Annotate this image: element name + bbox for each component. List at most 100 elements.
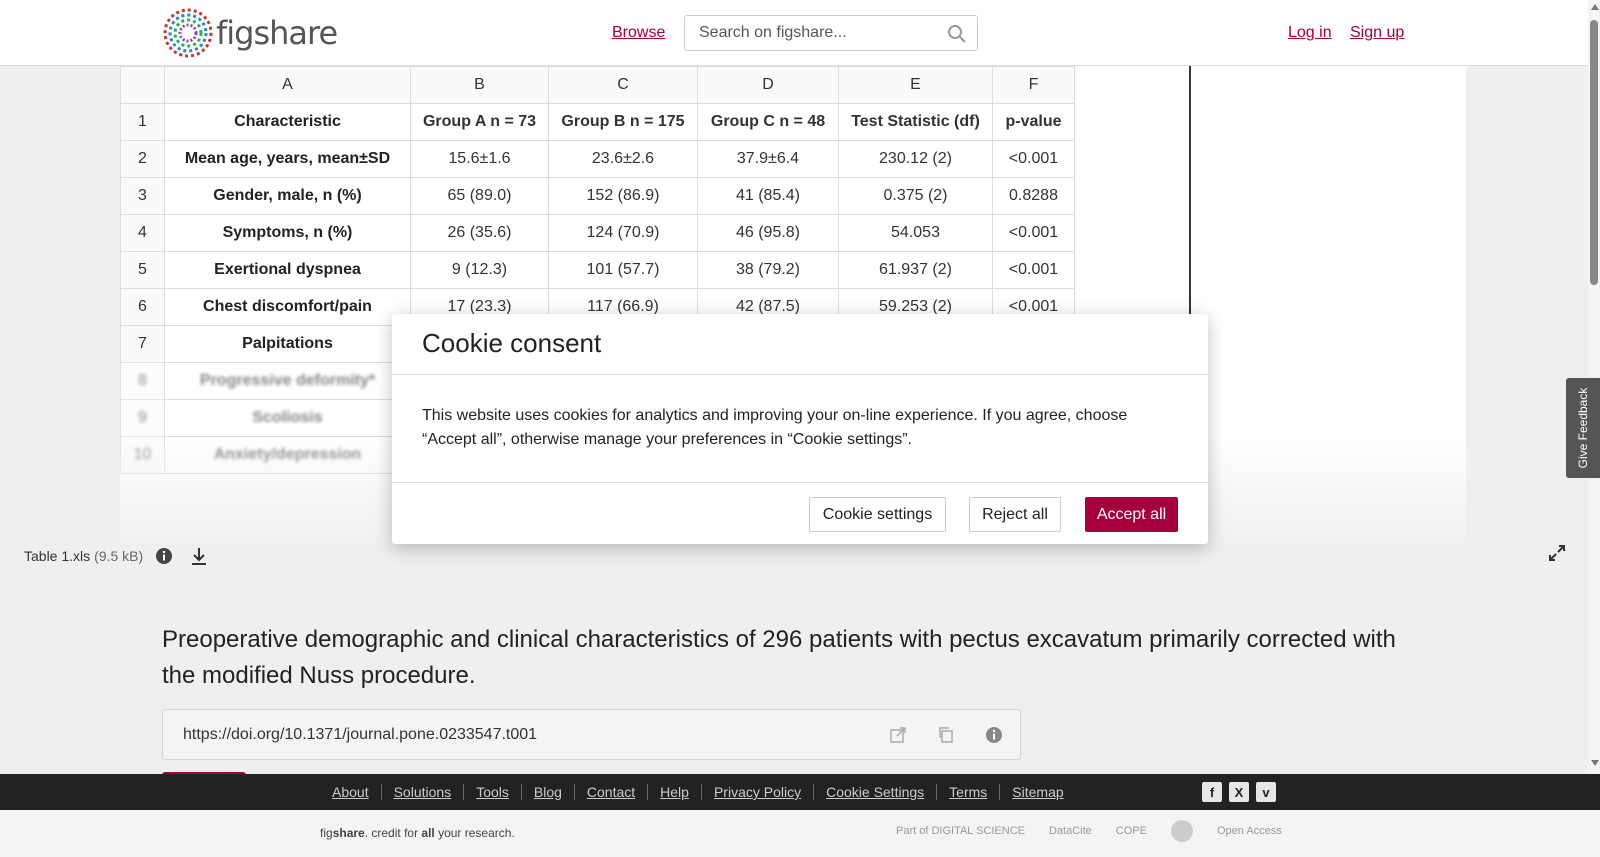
table-cell[interactable]: 61.937 (2) (838, 251, 993, 289)
table-cell[interactable]: Mean age, years, mean±SD (164, 140, 411, 178)
sheet-corner-cell[interactable] (120, 66, 165, 104)
table-cell[interactable]: <0.001 (992, 251, 1075, 289)
table-cell[interactable]: Group C n = 48 (697, 103, 839, 141)
tagline-share: share (332, 826, 365, 840)
footer-link-privacy-policy[interactable]: Privacy Policy (700, 784, 813, 800)
footer-link-tools[interactable]: Tools (463, 784, 521, 800)
page-scrollbar-thumb[interactable] (1590, 20, 1598, 285)
page-scroll-up-arrow[interactable] (1591, 4, 1599, 10)
row-number[interactable]: 5 (120, 251, 165, 289)
table-cell[interactable]: Group A n = 73 (410, 103, 549, 141)
table-cell[interactable]: Scoliosis (164, 399, 411, 437)
row-number[interactable]: 7 (120, 325, 165, 363)
search-input[interactable] (699, 24, 929, 42)
give-feedback-tab[interactable]: Give Feedback (1566, 378, 1600, 478)
table-cell[interactable]: Exertional dyspnea (164, 251, 411, 289)
column-header[interactable]: D (697, 66, 839, 104)
table-cell[interactable]: Chest discomfort/pain (164, 288, 411, 326)
table-cell[interactable]: 230.12 (2) (838, 140, 993, 178)
table-cell[interactable]: 41 (85.4) (697, 177, 839, 215)
download-icon[interactable] (189, 546, 209, 566)
file-bar: Table 1.xls (9.5 kB) (24, 546, 209, 566)
column-header[interactable]: A (164, 66, 411, 104)
table-cell[interactable]: Gender, male, n (%) (164, 177, 411, 215)
table-cell[interactable]: 65 (89.0) (410, 177, 549, 215)
signup-link[interactable]: Sign up (1350, 24, 1404, 42)
accept-all-button[interactable]: Accept all (1085, 497, 1178, 532)
digital-science-logo[interactable]: Part of DIGITAL SCIENCE (896, 825, 1025, 837)
row-number[interactable]: 6 (120, 288, 165, 326)
table-cell[interactable]: 152 (86.9) (548, 177, 698, 215)
footer-link-solutions[interactable]: Solutions (380, 784, 464, 800)
fullscreen-icon[interactable] (1548, 544, 1566, 562)
table-cell[interactable]: Symptoms, n (%) (164, 214, 411, 252)
item-details: Preoperative demographic and clinical ch… (0, 582, 1600, 776)
vimeo-icon[interactable]: v (1256, 782, 1276, 802)
table-cell[interactable]: 23.6±2.6 (548, 140, 698, 178)
row-number[interactable]: 4 (120, 214, 165, 252)
login-link[interactable]: Log in (1288, 24, 1332, 42)
footer-link-contact[interactable]: Contact (573, 784, 647, 800)
external-link-icon[interactable] (889, 726, 907, 744)
file-name: Table 1.xls (24, 548, 91, 564)
page-scroll-down-arrow[interactable] (1591, 760, 1599, 766)
row-number[interactable]: 3 (120, 177, 165, 215)
table-cell[interactable]: Characteristic (164, 103, 411, 141)
row-number[interactable]: 9 (120, 399, 165, 437)
logo-text: figshare (216, 14, 338, 52)
footer-link-blog[interactable]: Blog (520, 784, 574, 800)
table-cell[interactable]: 15.6±1.6 (410, 140, 549, 178)
row-number[interactable]: 2 (120, 140, 165, 178)
globe-icon[interactable] (1170, 820, 1193, 842)
cookie-dialog-title: Cookie consent (422, 328, 602, 358)
column-header[interactable]: C (548, 66, 698, 104)
column-header[interactable]: B (410, 66, 549, 104)
divider (392, 482, 1208, 483)
table-cell[interactable]: 0.375 (2) (838, 177, 993, 215)
table-cell[interactable]: 26 (35.6) (410, 214, 549, 252)
table-cell[interactable]: Test Statistic (df) (838, 103, 993, 141)
footer-link-about[interactable]: About (320, 784, 381, 800)
table-cell[interactable]: p-value (992, 103, 1075, 141)
table-cell[interactable]: <0.001 (992, 214, 1075, 252)
facebook-icon[interactable]: f (1202, 782, 1222, 802)
doi-box: https://doi.org/10.1371/journal.pone.023… (162, 709, 1021, 760)
footer-link-terms[interactable]: Terms (936, 784, 999, 800)
doi-info-icon[interactable] (985, 726, 1003, 744)
table-cell[interactable]: 46 (95.8) (697, 214, 839, 252)
table-row: 4 Symptoms, n (%) 26 (35.6) 124 (70.9) 46 (9… (120, 214, 1075, 252)
reject-all-button[interactable]: Reject all (969, 497, 1061, 532)
column-header[interactable]: E (838, 66, 993, 104)
footer-link-cookie-settings[interactable]: Cookie Settings (813, 784, 936, 800)
table-cell[interactable]: 101 (57.7) (548, 251, 698, 289)
cope-logo[interactable]: COPE (1116, 825, 1147, 837)
feedback-label: Give Feedback (1576, 387, 1590, 469)
table-cell[interactable]: Palpitations (164, 325, 411, 363)
copy-icon[interactable] (937, 726, 955, 744)
table-cell[interactable]: 9 (12.3) (410, 251, 549, 289)
search-icon[interactable] (947, 24, 967, 44)
table-cell[interactable]: <0.001 (992, 140, 1075, 178)
file-info-icon[interactable] (155, 547, 173, 565)
footer-link-sitemap[interactable]: Sitemap (999, 784, 1075, 800)
table-cell[interactable]: 38 (79.2) (697, 251, 839, 289)
table-cell[interactable]: 124 (70.9) (548, 214, 698, 252)
footer-link-help[interactable]: Help (647, 784, 701, 800)
figshare-logo[interactable]: figshare (162, 7, 338, 59)
table-cell[interactable]: 54.053 (838, 214, 993, 252)
table-cell[interactable]: Group B n = 175 (548, 103, 698, 141)
open-access-logo[interactable]: Open Access (1217, 825, 1282, 837)
table-cell[interactable]: Progressive deformity* (164, 362, 411, 400)
datacite-logo[interactable]: DataCite (1049, 825, 1092, 837)
browse-link[interactable]: Browse (612, 24, 665, 42)
cookie-settings-button[interactable]: Cookie settings (809, 497, 946, 532)
column-header[interactable]: F (992, 66, 1075, 104)
doi-link[interactable]: https://doi.org/10.1371/journal.pone.023… (183, 726, 537, 744)
footer-tagline: figshare. credit for all your research. (320, 826, 515, 840)
row-number[interactable]: 1 (120, 103, 165, 141)
search-box (684, 15, 978, 51)
row-number[interactable]: 8 (120, 362, 165, 400)
x-icon[interactable]: X (1229, 782, 1249, 802)
table-cell[interactable]: 37.9±6.4 (697, 140, 839, 178)
table-cell[interactable]: 0.8288 (992, 177, 1075, 215)
